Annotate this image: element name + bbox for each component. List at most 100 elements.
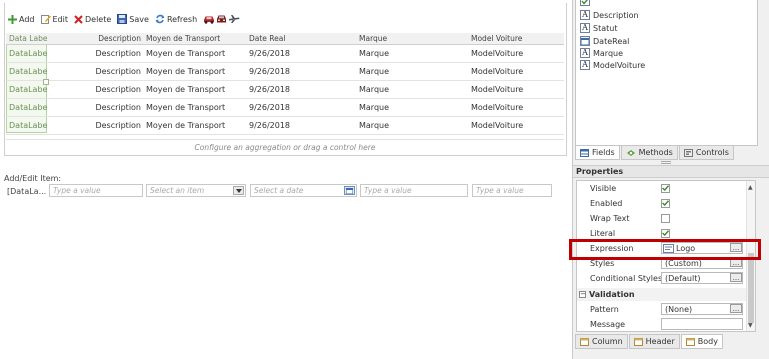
body-icon <box>685 337 695 346</box>
property-name: Wrap Text <box>590 214 630 223</box>
pattern-ellipsis-button[interactable]: ... <box>730 304 742 313</box>
toolbar-extra-icons <box>203 14 241 24</box>
field-item[interactable]: A Marque <box>580 47 623 59</box>
field-item-label: Statut <box>593 23 618 33</box>
column-header[interactable]: Moyen de Transport <box>146 33 246 44</box>
table-cell: DataLabel <box>9 121 47 130</box>
tab-fields[interactable]: Fields <box>575 146 620 160</box>
table-cell: Marque <box>359 103 390 112</box>
save-button[interactable]: Save <box>117 14 149 24</box>
column-header[interactable]: Marque <box>359 33 467 44</box>
field-item[interactable]: DateReal <box>580 35 629 47</box>
table-row[interactable]: DataLabel Description Moyen de Transport… <box>6 81 564 99</box>
property-row-message: Message <box>577 317 755 332</box>
text-field-icon: A <box>580 10 590 20</box>
table-row[interactable]: DataLabel Description Moyen de Transport… <box>6 117 564 135</box>
tab-controls[interactable]: Controls <box>678 146 734 160</box>
add-edit-row: [DataLa... Type a value Select an item S… <box>4 184 570 198</box>
scroll-down-icon[interactable]: ▼ <box>748 322 753 329</box>
edit-button[interactable]: Edit <box>40 14 69 24</box>
validation-section-header[interactable]: − Validation <box>577 288 755 301</box>
column-header[interactable]: Data Label <box>6 33 47 44</box>
right-panel: A Description A Statut DateReal A Marque AM… <box>572 0 769 359</box>
table-cell: Moyen de Transport <box>146 103 226 112</box>
tab-label: Fields <box>592 148 615 157</box>
add-edit-label: Add/Edit Item: <box>4 174 62 183</box>
conditional-styles-ellipsis-button[interactable]: ... <box>730 273 742 282</box>
field-item-label: DateReal <box>593 36 630 46</box>
delete-label: Delete <box>85 14 112 24</box>
edit-date-picker[interactable]: Select a date <box>250 184 357 197</box>
edit-transport-select[interactable]: Select an item <box>146 184 246 197</box>
add-button[interactable]: Add <box>8 14 35 24</box>
fields-panel-tabs: Fields Methods Controls <box>575 146 735 160</box>
table-cell: 9/26/2018 <box>249 49 291 58</box>
dropdown-arrow-icon[interactable] <box>233 186 244 195</box>
edit-model-input[interactable]: Type a value <box>472 184 552 197</box>
collapse-icon[interactable]: − <box>579 291 586 298</box>
field-item-label: Description <box>593 10 639 20</box>
tab-column[interactable]: Column <box>575 334 628 349</box>
tab-label: Controls <box>695 148 729 157</box>
column-resize-handle[interactable] <box>43 79 49 85</box>
table-cell: 9/26/2018 <box>249 85 291 94</box>
column-icon <box>580 337 589 346</box>
table-cell: Marque <box>359 49 390 58</box>
message-field[interactable] <box>661 318 743 330</box>
field-item-label: ModelVoiture <box>593 60 646 70</box>
save-disk-icon <box>117 14 128 24</box>
edit-description-input[interactable]: Type a value <box>49 184 143 197</box>
wrap-text-checkbox[interactable] <box>661 212 670 224</box>
table-cell: DataLabel <box>9 49 47 58</box>
date-field-icon <box>580 36 590 46</box>
table-cell: ModelVoiture <box>471 49 524 58</box>
column-header[interactable]: Description <box>47 33 143 44</box>
table-row[interactable]: DataLabel Description Moyen de Transport… <box>6 45 564 63</box>
refresh-button[interactable]: Refresh <box>155 14 197 24</box>
calendar-icon[interactable] <box>344 186 355 195</box>
fields-icon <box>580 148 589 157</box>
field-item[interactable]: A Description <box>580 9 639 21</box>
placeholder-text: Type a value <box>53 186 101 195</box>
property-row-visible: Visible <box>577 181 755 196</box>
list-toolbar: Add Edit Delete Save Refresh <box>8 11 241 27</box>
text-field-icon: A <box>580 23 590 33</box>
visible-checkbox[interactable] <box>661 182 670 194</box>
add-label: Add <box>19 14 35 24</box>
tab-methods[interactable]: Methods <box>620 146 678 160</box>
table-cell: DataLabel <box>9 103 47 112</box>
properties-header: Properties <box>573 165 769 178</box>
table-cell: ModelVoiture <box>471 103 524 112</box>
panel-splitter[interactable] <box>661 161 671 164</box>
enabled-checkbox[interactable] <box>661 197 670 209</box>
scrollbar-thumb[interactable] <box>748 253 754 323</box>
table-cell: Moyen de Transport <box>146 49 226 58</box>
table-cell: DataLabel <box>9 85 47 94</box>
delete-button[interactable]: Delete <box>74 15 111 24</box>
property-name: Visible <box>590 184 617 193</box>
scroll-up-icon[interactable]: ▲ <box>748 184 753 191</box>
column-header[interactable]: Date Real <box>249 33 354 44</box>
table-cell: Description <box>95 85 141 94</box>
placeholder-text: Select a date <box>254 186 304 195</box>
text-field-icon: A <box>580 48 590 58</box>
property-name: Conditional Styles <box>590 274 663 283</box>
fields-list: A Description A Statut DateReal A Marque AM… <box>575 0 758 146</box>
airplane-icon[interactable] <box>228 14 240 24</box>
column-header[interactable]: Model Voiture <box>471 33 563 44</box>
edit-marque-input[interactable]: Type a value <box>360 184 468 197</box>
tab-body[interactable]: Body <box>680 334 723 349</box>
property-row-conditional-styles: Conditional Styles (Default) ... <box>577 271 755 286</box>
edit-label: Edit <box>52 14 69 24</box>
field-item[interactable]: A ModelVoiture <box>580 59 645 71</box>
literal-checkbox[interactable] <box>661 227 670 239</box>
aggregation-drop-zone[interactable]: Configure an aggregation or drag a contr… <box>6 139 564 154</box>
table-row[interactable]: DataLabel Description Moyen de Transport… <box>6 63 564 81</box>
car-icon[interactable] <box>203 14 215 24</box>
table-row[interactable]: DataLabel Description Moyen de Transport… <box>6 99 564 117</box>
tab-label: Methods <box>638 148 673 157</box>
car-front-icon[interactable] <box>216 14 227 24</box>
view-designer: Add Edit Delete Save Refresh Data Label … <box>0 0 572 359</box>
field-item[interactable]: A Statut <box>580 22 617 34</box>
tab-header[interactable]: Header <box>628 334 680 349</box>
